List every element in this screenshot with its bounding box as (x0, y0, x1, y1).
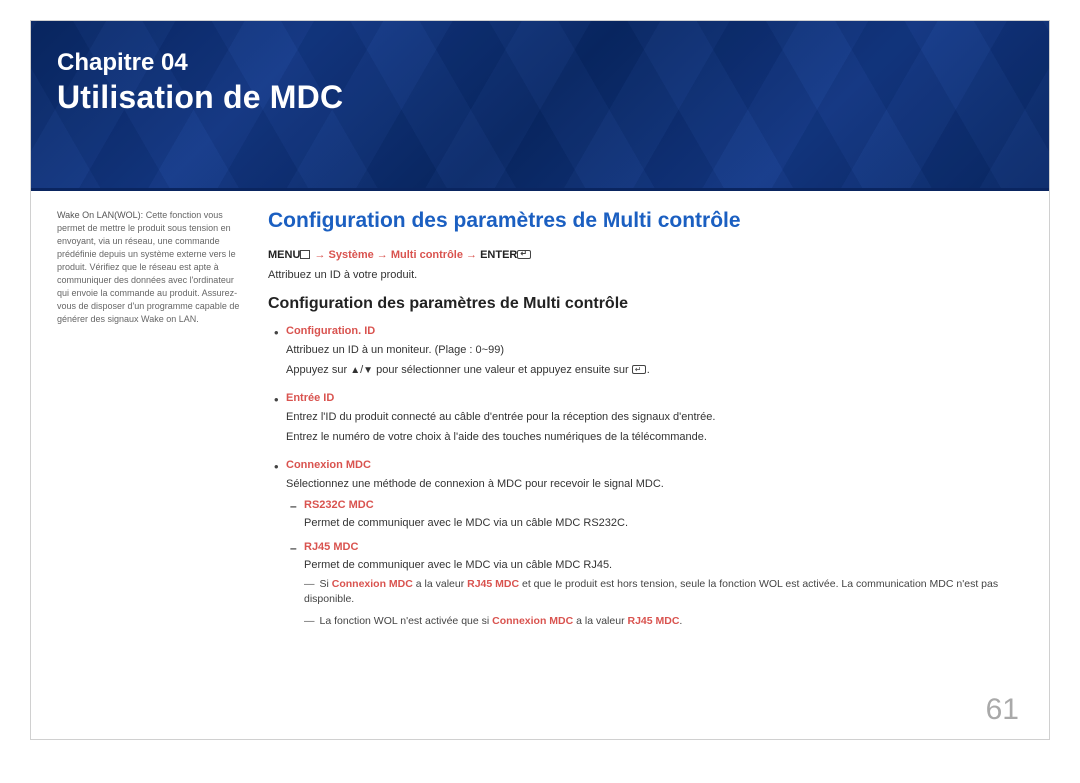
assign-text: Attribuez un ID à votre produit. (268, 269, 1023, 281)
banner-text: Chapitre 04 Utilisation de MDC (31, 21, 1049, 116)
wol-body: Cette fonction vous permet de mettre le … (57, 210, 239, 324)
sub-list-item: RJ45 MDC Permet de communiquer avec le M… (304, 541, 1023, 630)
list-item: Entrée ID Entrez l'ID du produit connect… (286, 392, 1023, 445)
note-post: . (679, 615, 682, 627)
note-dash-icon: ― (304, 578, 315, 590)
note-pre: Si (320, 578, 332, 590)
note-line: ― La fonction WOL n'est activée que si Co… (304, 614, 1023, 630)
menu-path: MENU → Système → Multi contrôle → ENTER (268, 249, 1023, 261)
item-line: Entrez le numéro de votre choix à l'aide… (286, 429, 1023, 446)
list-item: Connexion MDC Sélectionnez une méthode d… (286, 459, 1023, 630)
content-area: Wake On LAN(WOL): Cette fonction vous pe… (31, 191, 1049, 644)
sub-list-item: RS232C MDC Permet de communiquer avec le… (304, 499, 1023, 532)
note-kw: Connexion MDC (492, 615, 573, 627)
chapter-label: Chapitre 04 (57, 49, 1049, 77)
arrow-up-icon: ▲ (350, 363, 360, 378)
menu-path-mid: → Système → Multi contrôle → (311, 249, 480, 261)
item-title-config-id: Configuration. ID (286, 325, 1023, 337)
section-heading-blue: Configuration des paramètres de Multi co… (268, 209, 1023, 233)
note-kw: RJ45 MDC (467, 578, 519, 590)
note-mid: a la valeur (573, 615, 627, 627)
list-item: Configuration. ID Attribuez un ID à un m… (286, 325, 1023, 378)
note-kw: Connexion MDC (332, 578, 413, 590)
sidebar-note: Wake On LAN(WOL): Cette fonction vous pe… (57, 209, 242, 644)
note-kw: RJ45 MDC (627, 615, 679, 627)
item-line: Appuyez sur ▲/▼ pour sélectionner une va… (286, 362, 1023, 379)
item-title-entree-id: Entrée ID (286, 392, 1023, 404)
enter-icon (632, 365, 646, 374)
menu-icon (300, 250, 310, 259)
wol-title: Wake On LAN(WOL): (57, 210, 143, 220)
item-line: Entrez l'ID du produit connecté au câble… (286, 409, 1023, 426)
note-line: ―Si Connexion MDC a la valeur RJ45 MDC e… (304, 577, 1023, 609)
arrow-down-icon: ▼ (363, 363, 373, 378)
note-pre: La fonction WOL n'est activée que si (320, 615, 493, 627)
enter-label: ENTER (480, 249, 517, 261)
sub-line: Permet de communiquer avec le MDC via un… (304, 515, 1023, 532)
chapter-banner: Chapitre 04 Utilisation de MDC (31, 21, 1049, 191)
note-mid: a la valeur (413, 578, 467, 590)
config-list: Configuration. ID Attribuez un ID à un m… (268, 325, 1023, 630)
chapter-title: Utilisation de MDC (57, 79, 1049, 116)
sub-line: Permet de communiquer avec le MDC via un… (304, 557, 1023, 574)
sub-title-rs232c: RS232C MDC (304, 499, 1023, 511)
item-title-connexion-mdc: Connexion MDC (286, 459, 1023, 471)
line-prefix: Appuyez sur (286, 364, 350, 376)
sub-list: RS232C MDC Permet de communiquer avec le… (286, 499, 1023, 630)
main-column: Configuration des paramètres de Multi co… (268, 209, 1023, 644)
note-dash-icon: ― (304, 615, 315, 627)
menu-label: MENU (268, 249, 300, 261)
page-number: 61 (986, 693, 1019, 727)
enter-icon (517, 250, 531, 259)
subsection-heading: Configuration des paramètres de Multi co… (268, 295, 1023, 313)
document-page: Chapitre 04 Utilisation de MDC Wake On L… (30, 20, 1050, 740)
line-suffix: pour sélectionner une valeur et appuyez … (373, 364, 632, 376)
item-line: Attribuez un ID à un moniteur. (Plage : … (286, 342, 1023, 359)
item-line: Sélectionnez une méthode de connexion à … (286, 476, 1023, 493)
sub-title-rj45: RJ45 MDC (304, 541, 1023, 553)
